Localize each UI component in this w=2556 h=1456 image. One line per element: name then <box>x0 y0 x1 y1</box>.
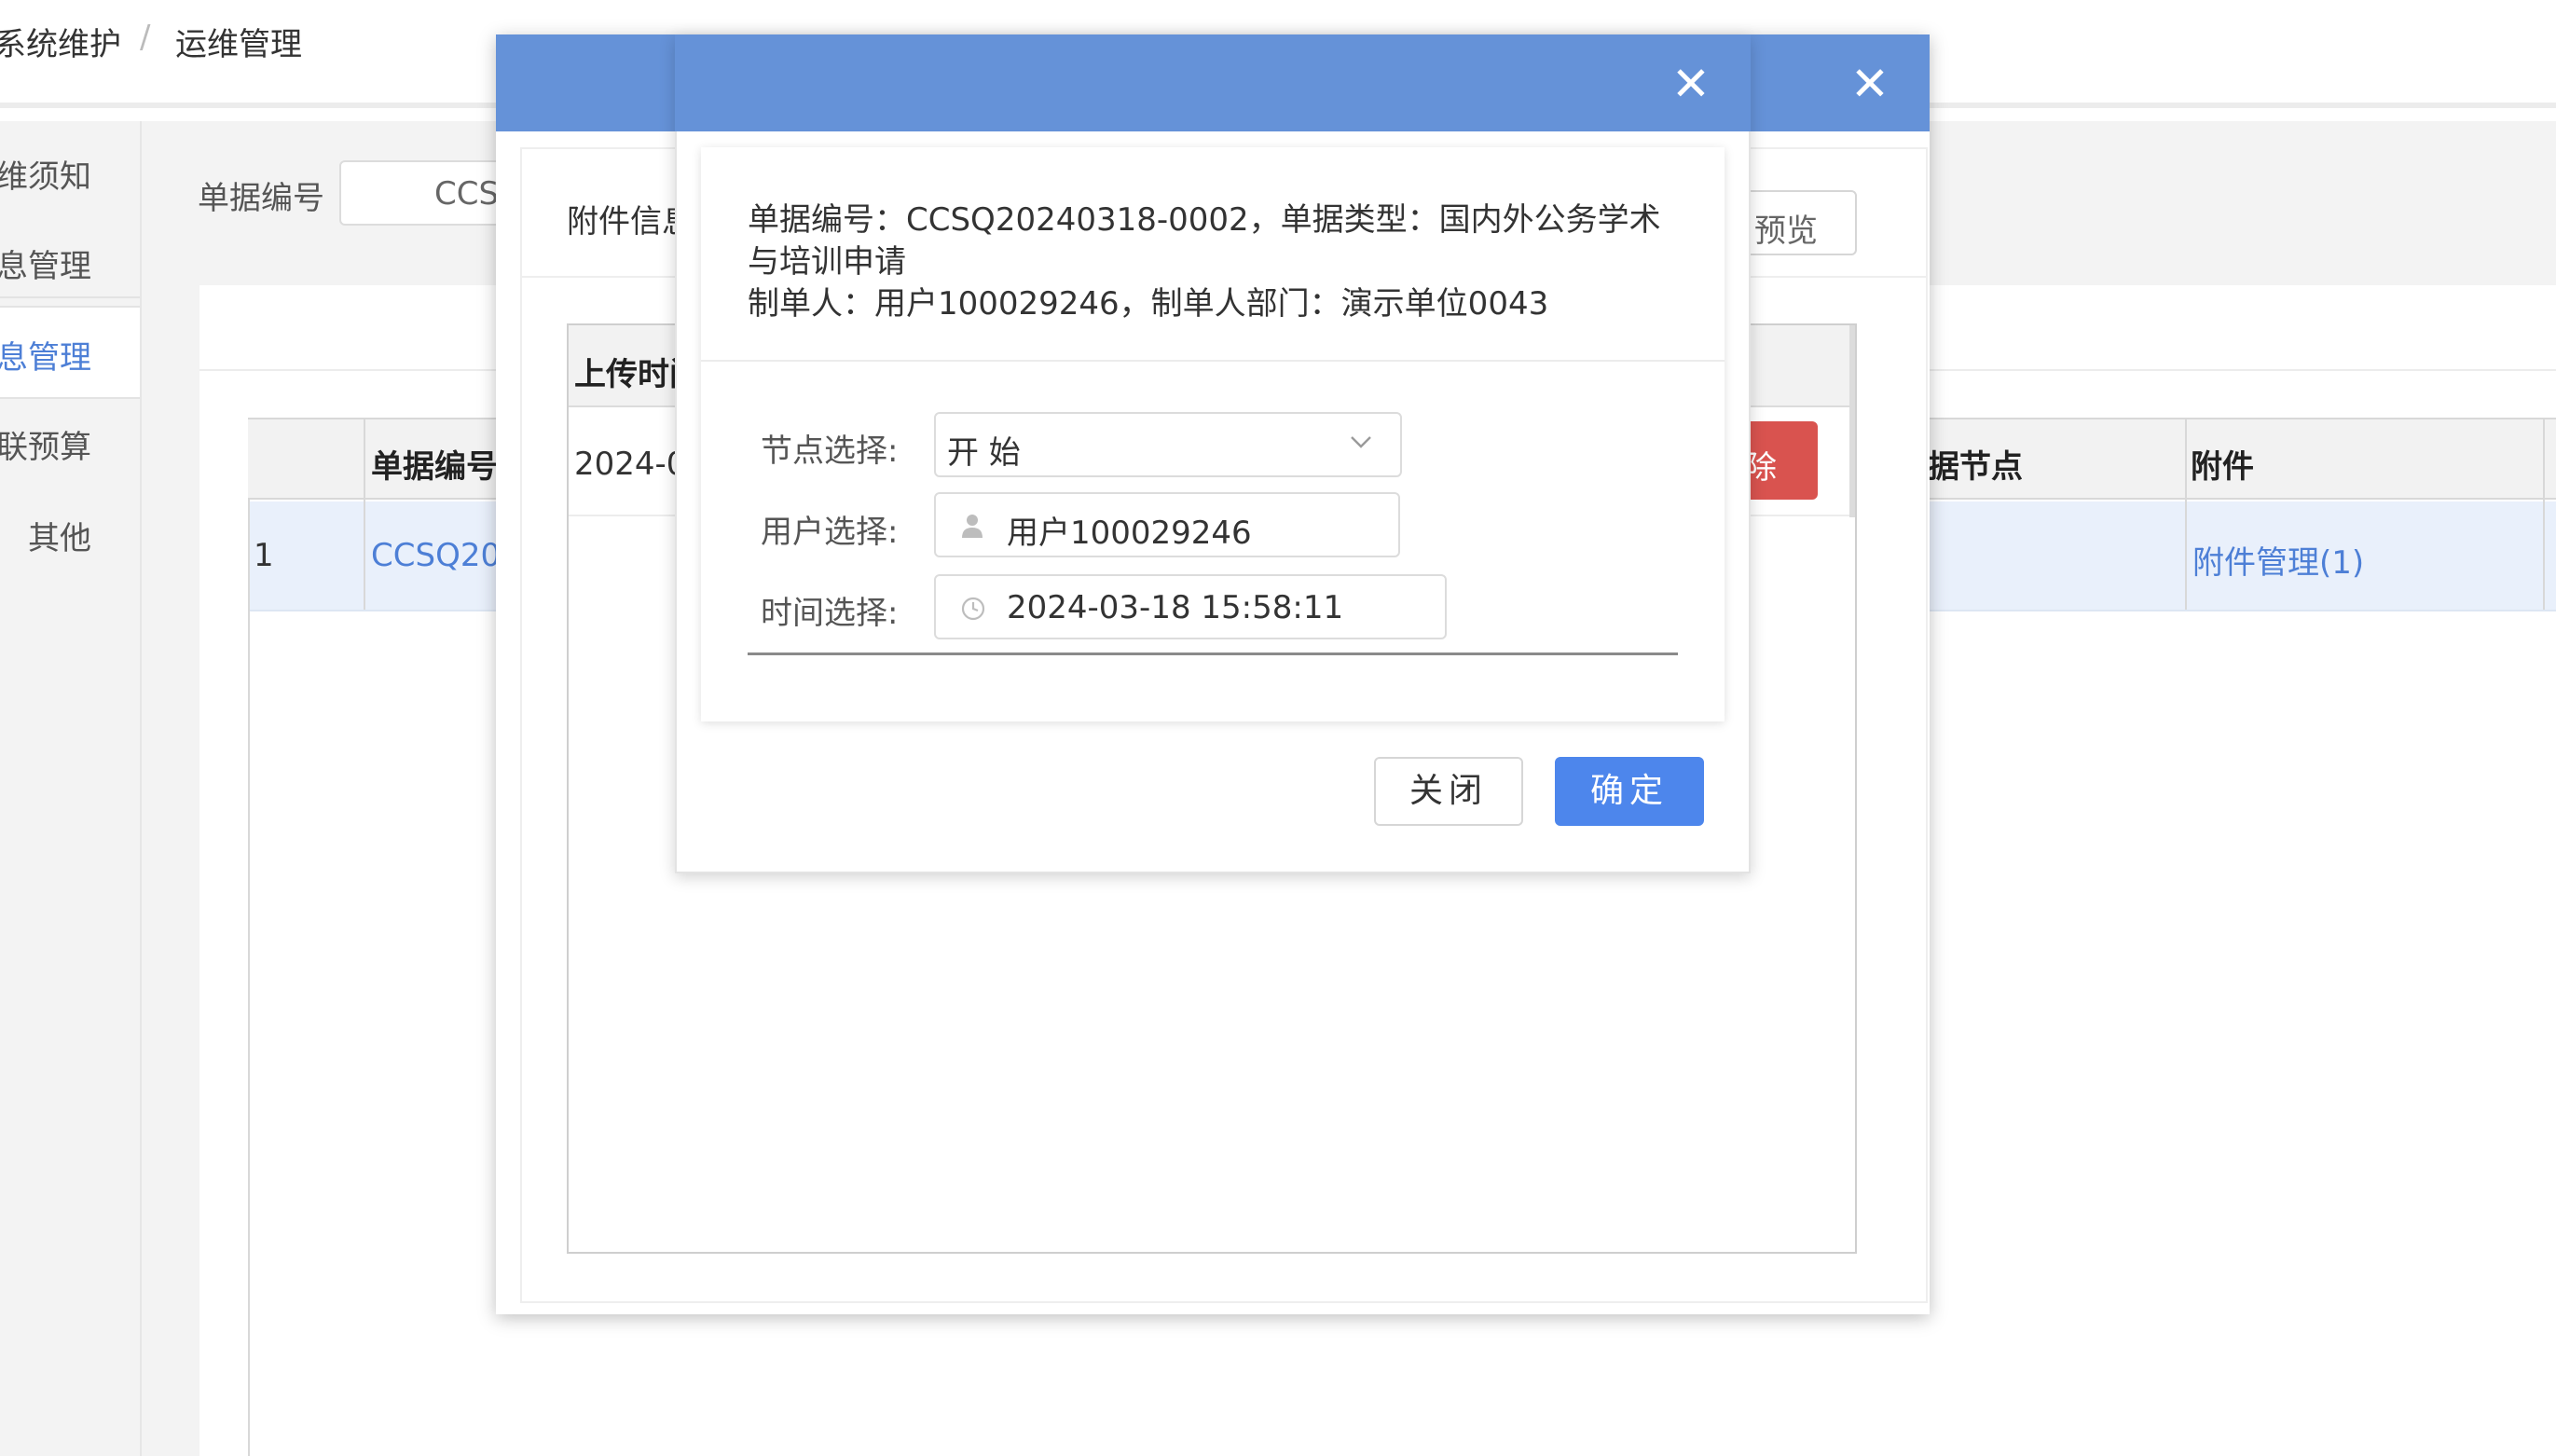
info-divider <box>701 360 1725 362</box>
node-select[interactable]: 开 始 <box>934 412 1402 477</box>
user-select-input[interactable]: 用户100029246 <box>934 492 1400 557</box>
column-header-attachment: 附件 <box>2191 448 2254 486</box>
node-value: 开 始 <box>947 434 1021 472</box>
attachment-manage-link[interactable]: 附件管理(1) <box>2192 537 2364 583</box>
column-divider <box>2543 418 2545 610</box>
close-icon[interactable]: ✕ <box>1844 58 1896 110</box>
sidebar-item-other[interactable]: 其他 <box>0 513 140 569</box>
clock-icon <box>960 596 986 625</box>
form-divider <box>748 652 1678 655</box>
close-icon[interactable]: ✕ <box>1665 58 1717 110</box>
column-divider <box>364 418 365 610</box>
breadcrumb-separator: / <box>140 19 151 56</box>
doc-info-line: 单据编号：CCSQ20240318-0002，单据类型：国内外公务学术 <box>748 201 1661 239</box>
breadcrumb-item-ops: 运维管理 <box>175 26 302 63</box>
confirm-button[interactable]: 确定 <box>1555 757 1704 826</box>
sidebar-item-info-1[interactable]: 息管理 <box>0 240 140 298</box>
doc-info-line: 与培训申请 <box>748 243 906 281</box>
node-select-modal-header <box>675 34 1751 131</box>
time-label: 时间选择: <box>761 595 899 632</box>
sidebar: 维须知 息管理 息管理 联预算 其他 <box>0 121 142 1456</box>
scrollbar[interactable] <box>1849 325 1855 517</box>
filter-label: 单据编号 <box>198 180 324 217</box>
sidebar-item-budget[interactable]: 联预算 <box>0 421 140 477</box>
creator-info-line: 制单人：用户100029246，制单人部门：演示单位0043 <box>748 285 1549 323</box>
row-doc-no-link[interactable]: CCSQ20 <box>371 537 501 574</box>
column-header-node: 据节点 <box>1928 448 2023 486</box>
chevron-down-icon <box>1348 429 1374 459</box>
time-picker-input[interactable]: 2024-03-18 15:58:11 <box>934 574 1447 639</box>
sidebar-item-notice[interactable]: 维须知 <box>0 151 140 207</box>
preview-button[interactable]: 预览 <box>1743 190 1857 255</box>
breadcrumb-item-system[interactable]: 系统维护 <box>0 19 121 64</box>
close-button[interactable]: 关闭 <box>1374 757 1523 826</box>
upload-time-cell: 2024-0 <box>574 446 687 483</box>
column-header-doc-no: 单据编号 <box>371 448 498 486</box>
column-divider <box>2185 418 2187 610</box>
row-index: 1 <box>254 537 274 574</box>
user-icon <box>960 513 984 543</box>
time-value: 2024-03-18 15:58:11 <box>1007 589 1344 626</box>
node-label: 节点选择: <box>761 433 899 470</box>
sidebar-item-info-2[interactable]: 息管理 <box>0 306 140 399</box>
user-value: 用户100029246 <box>1007 515 1252 552</box>
user-label: 用户选择: <box>761 514 899 551</box>
